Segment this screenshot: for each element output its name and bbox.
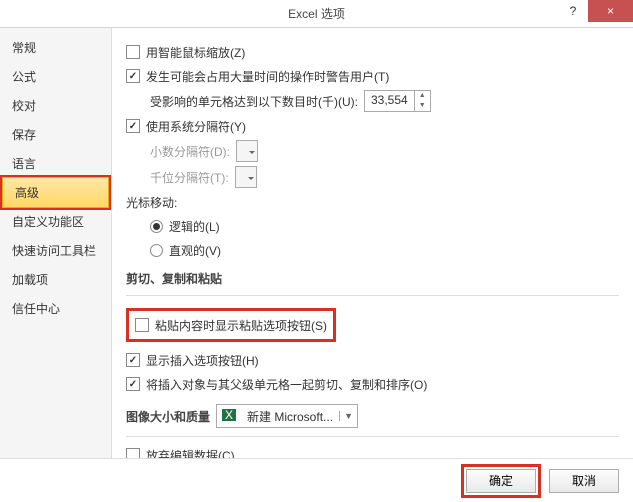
divider (126, 295, 619, 296)
label-decimal-sep: 小数分隔符(D): (150, 143, 230, 160)
sidebar-item-customize-ribbon[interactable]: 自定义功能区 (0, 207, 111, 236)
sidebar-item-formulas[interactable]: 公式 (0, 62, 111, 91)
radio-visual[interactable] (150, 244, 163, 257)
content-panel: 用智能鼠标缩放(Z) 发生可能会占用大量时间的操作时警告用户(T) 受影响的单元… (112, 28, 633, 458)
affected-cells-value: 33,554 (365, 91, 414, 111)
checkbox-show-insert-btn[interactable] (126, 353, 140, 367)
label-show-paste-btn: 粘贴内容时显示粘贴选项按钮(S) (155, 317, 327, 334)
title-bar: Excel 选项 ? × (0, 0, 633, 28)
input-thousand-sep[interactable] (235, 166, 257, 188)
highlight-ok: 确定 (461, 464, 541, 498)
sidebar-highlight: 高级 (0, 175, 111, 210)
ok-button[interactable]: 确定 (466, 469, 536, 493)
input-decimal-sep[interactable] (236, 140, 258, 162)
window-title: Excel 选项 (288, 5, 345, 22)
label-show-insert-btn: 显示插入选项按钮(H) (146, 352, 259, 369)
sidebar-item-language[interactable]: 语言 (0, 149, 111, 178)
sidebar-item-trust-center[interactable]: 信任中心 (0, 294, 111, 323)
checkbox-sys-separator[interactable] (126, 119, 140, 133)
sidebar-item-general[interactable]: 常规 (0, 33, 111, 62)
dropdown-image-target[interactable]: X 新建 Microsoft... ▼ (216, 404, 358, 428)
close-button[interactable]: × (588, 0, 633, 22)
svg-text:X: X (225, 408, 233, 422)
footer: 确定 取消 (0, 458, 633, 502)
label-logical: 逻辑的(L) (169, 218, 220, 235)
sidebar-item-quick-access[interactable]: 快速访问工具栏 (0, 236, 111, 265)
section-cut-copy-paste: 剪切、复制和粘贴 (126, 270, 619, 287)
sidebar-item-advanced[interactable]: 高级 (2, 177, 109, 208)
label-affected-cells: 受影响的单元格达到以下数目时(千)(U): (150, 93, 358, 110)
checkbox-show-paste-btn[interactable] (135, 318, 149, 332)
label-visual: 直观的(V) (169, 242, 221, 259)
checkbox-smart-zoom[interactable] (126, 45, 140, 59)
checkbox-discard-edit[interactable] (126, 448, 140, 458)
excel-icon: X (217, 407, 241, 426)
checkbox-cut-with-parent[interactable] (126, 377, 140, 391)
highlight-paste-option: 粘贴内容时显示粘贴选项按钮(S) (126, 308, 336, 342)
sidebar-item-save[interactable]: 保存 (0, 120, 111, 149)
label-cursor-move: 光标移动: (126, 194, 177, 211)
checkbox-warn-time[interactable] (126, 69, 140, 83)
label-discard-edit: 放弃编辑数据(C) (146, 447, 235, 459)
chevron-down-icon: ▼ (339, 411, 357, 421)
divider (126, 436, 619, 437)
section-image-quality: 图像大小和质量 (126, 408, 210, 425)
radio-logical[interactable] (150, 220, 163, 233)
image-target-value: 新建 Microsoft... (241, 406, 339, 427)
sidebar-item-addins[interactable]: 加载项 (0, 265, 111, 294)
label-thousand-sep: 千位分隔符(T): (150, 169, 229, 186)
spinner-affected-cells[interactable]: 33,554 ▲▼ (364, 90, 431, 112)
sidebar-item-proofing[interactable]: 校对 (0, 91, 111, 120)
label-sys-separator: 使用系统分隔符(Y) (146, 118, 246, 135)
label-cut-with-parent: 将插入对象与其父级单元格一起剪切、复制和排序(O) (146, 376, 427, 393)
label-warn-time: 发生可能会占用大量时间的操作时警告用户(T) (146, 68, 389, 85)
help-button[interactable]: ? (558, 0, 588, 22)
window-buttons: ? × (558, 0, 633, 22)
cancel-button[interactable]: 取消 (549, 469, 619, 493)
label-smart-zoom: 用智能鼠标缩放(Z) (146, 44, 245, 61)
spinner-buttons[interactable]: ▲▼ (414, 91, 430, 111)
sidebar: 常规 公式 校对 保存 语言 高级 自定义功能区 快速访问工具栏 加载项 信任中… (0, 28, 112, 458)
